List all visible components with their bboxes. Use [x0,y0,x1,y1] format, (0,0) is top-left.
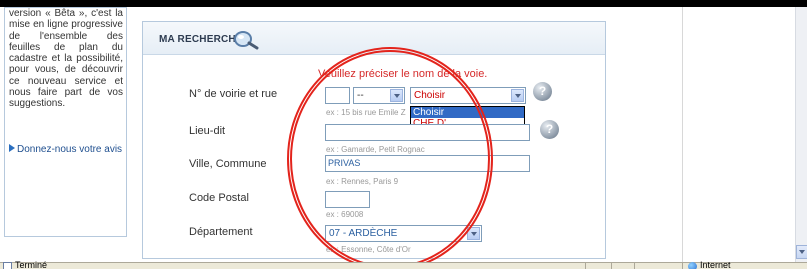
beta-info-text: version « Bêta », c'est la mise en ligne… [9,8,123,110]
vertical-scrollbar[interactable] [795,7,807,262]
postcode-label: Code Postal [189,192,249,204]
panel-title: MA RECHERCHE [159,34,243,45]
annotation-oval [287,47,493,269]
status-divider [682,263,683,269]
lieu-dit-label: Lieu-dit [189,125,226,137]
window-top-edge [0,0,807,7]
status-bar: Terminé Internet [0,260,807,269]
column-divider [682,7,683,262]
security-zone-text: Internet [700,260,731,269]
scroll-down-arrow-icon[interactable] [796,245,807,259]
feedback-link-label: Donnez-nous votre avis [17,144,123,155]
beta-info-box: version « Bêta », c'est la mise en ligne… [4,7,127,237]
feedback-link[interactable]: Donnez-nous votre avis [9,144,122,155]
status-divider [634,263,635,269]
status-divider [611,263,612,269]
chevron-down-icon [511,89,524,102]
help-icon[interactable]: ? [540,120,559,139]
department-label: Département [189,226,253,238]
status-text: Terminé [15,260,48,269]
arrow-right-icon [9,144,15,152]
page-icon [3,262,12,269]
globe-icon [688,262,697,269]
status-divider [585,263,586,269]
help-icon[interactable]: ? [533,82,552,101]
magnifier-icon [234,31,259,50]
street-label: N° de voirie et rue [189,88,278,100]
city-label: Ville, Commune [189,158,267,170]
